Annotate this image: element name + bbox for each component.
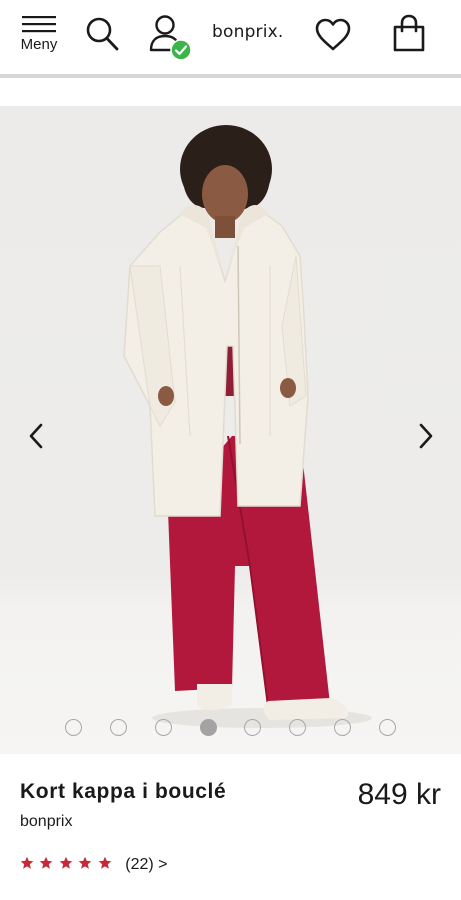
star-icon	[20, 856, 34, 869]
star-icon	[59, 856, 73, 869]
search-button[interactable]	[84, 14, 122, 54]
gallery-dot[interactable]	[244, 719, 261, 736]
logged-in-check-icon	[170, 39, 192, 61]
product-price: 849 kr	[357, 778, 441, 811]
heart-icon	[315, 18, 351, 51]
star-icon	[40, 856, 53, 869]
gallery-dot[interactable]	[110, 719, 127, 736]
gallery-dot-active[interactable]	[200, 719, 217, 736]
account-button[interactable]	[146, 12, 194, 62]
shopping-bag-icon	[393, 14, 425, 52]
gallery-dot[interactable]	[334, 719, 351, 736]
chevron-left-icon	[29, 423, 43, 449]
menu-button[interactable]: Meny	[14, 12, 64, 62]
gallery-dot[interactable]	[379, 719, 396, 736]
product-title: Kort kappa i bouclé	[20, 780, 227, 803]
menu-label: Meny	[20, 36, 58, 53]
product-rating[interactable]: (22) >	[20, 856, 168, 876]
product-brand[interactable]: bonprix	[20, 813, 72, 831]
header-divider	[0, 74, 461, 78]
product-image-gallery[interactable]	[0, 106, 461, 754]
review-count-link[interactable]: (22) >	[125, 856, 167, 873]
chevron-right-icon	[419, 423, 433, 449]
hamburger-icon	[22, 16, 56, 33]
previous-image-button[interactable]	[22, 416, 52, 456]
brand-logo[interactable]: bonprix.	[212, 22, 284, 42]
top-header: Meny bonprix.	[0, 0, 461, 74]
gallery-pagination	[0, 718, 461, 740]
star-icon	[98, 856, 112, 869]
wishlist-button[interactable]	[312, 14, 354, 56]
gallery-dot[interactable]	[65, 719, 82, 736]
star-icon	[79, 856, 92, 869]
gallery-dot[interactable]	[155, 719, 172, 736]
gallery-dot[interactable]	[289, 719, 306, 736]
search-icon	[86, 17, 119, 51]
product-photo	[123, 125, 372, 728]
next-image-button[interactable]	[410, 416, 440, 456]
shopping-bag-button[interactable]	[388, 12, 430, 56]
